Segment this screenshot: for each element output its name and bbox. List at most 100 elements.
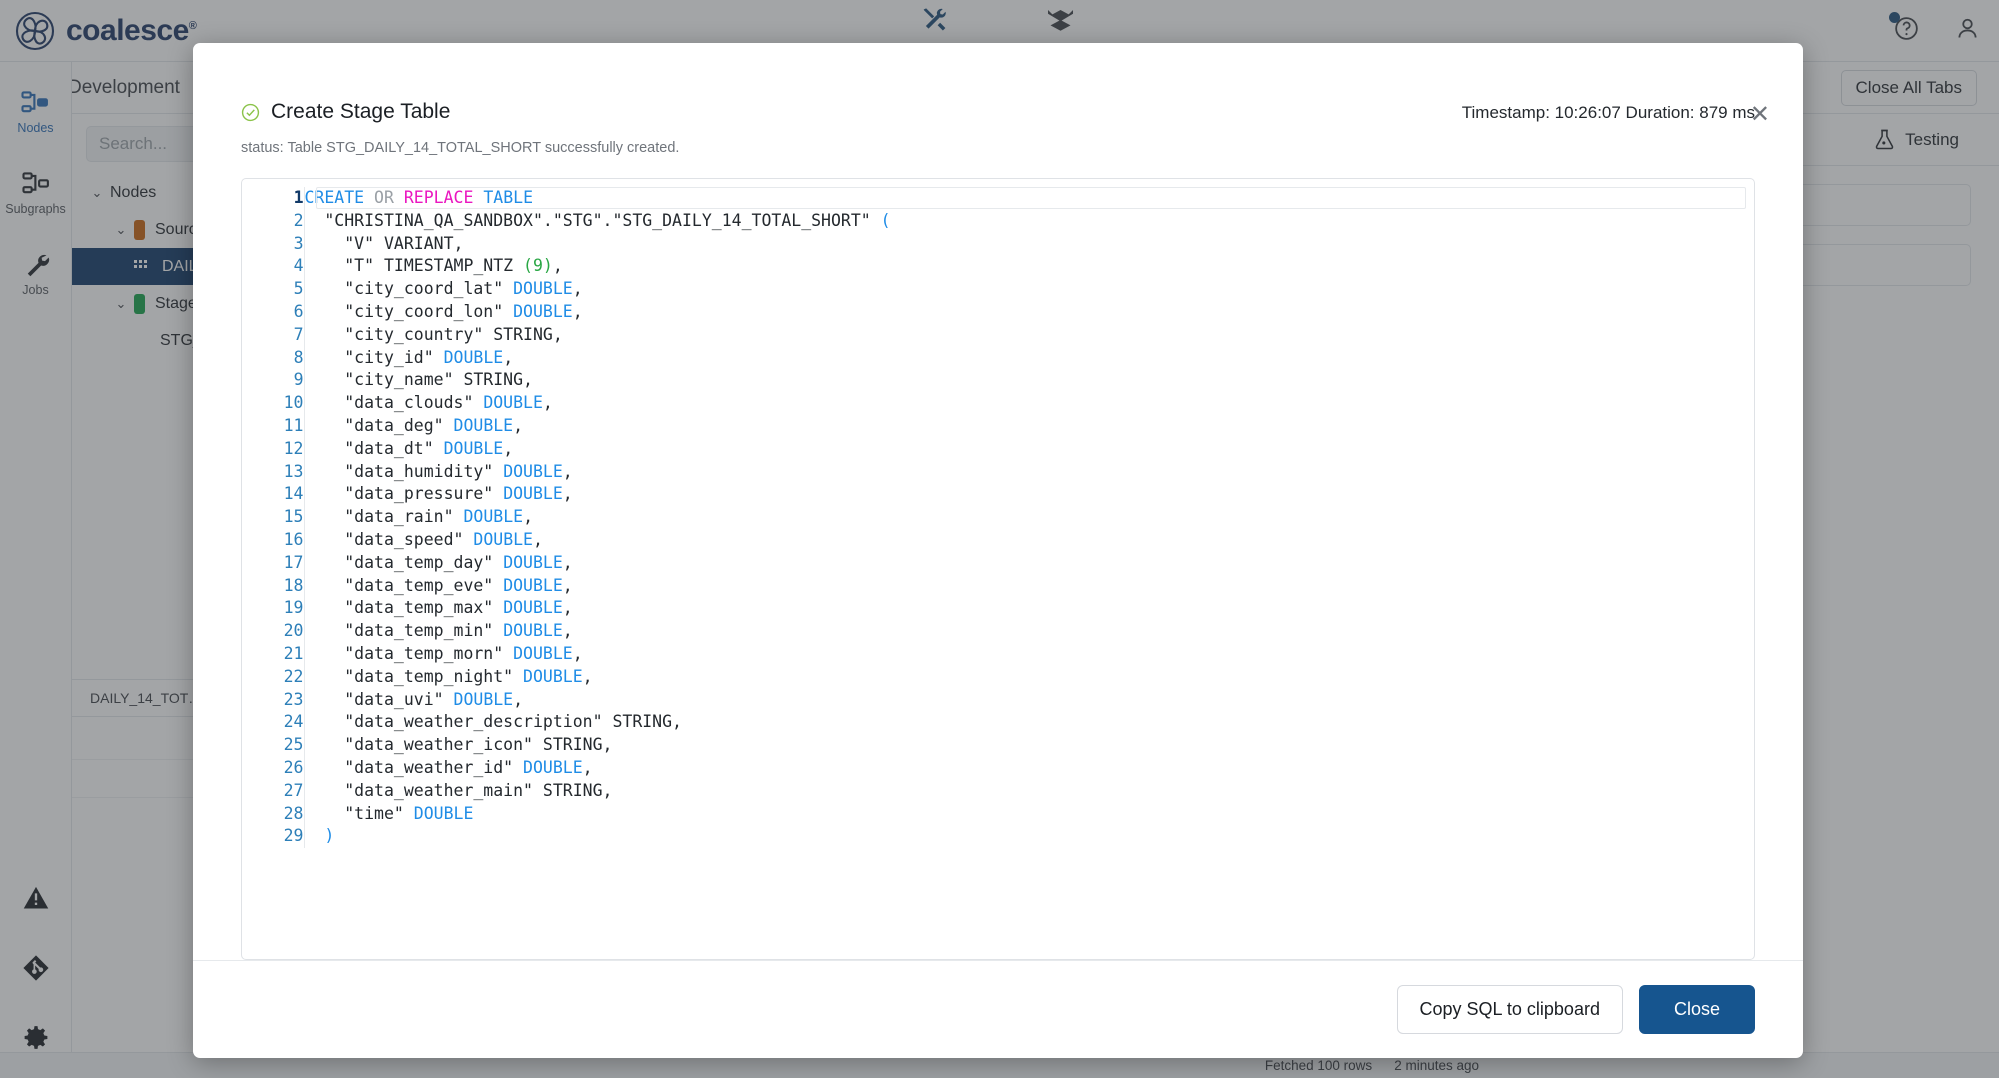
code-line-content[interactable]: "data_pressure" DOUBLE, xyxy=(304,483,1754,506)
line-number: 14 xyxy=(242,483,304,506)
code-line: 7 "city_country" STRING, xyxy=(242,324,1754,347)
line-number: 15 xyxy=(242,506,304,529)
line-number: 10 xyxy=(242,392,304,415)
line-number: 7 xyxy=(242,324,304,347)
code-line: 29 ) xyxy=(242,825,1754,848)
code-line-content[interactable]: "data_uvi" DOUBLE, xyxy=(304,689,1754,712)
code-line: 26 "data_weather_id" DOUBLE, xyxy=(242,757,1754,780)
code-line: 4 "T" TIMESTAMP_NTZ (9), xyxy=(242,255,1754,278)
code-line: 28 "time" DOUBLE xyxy=(242,803,1754,826)
code-line-content[interactable]: "data_speed" DOUBLE, xyxy=(304,529,1754,552)
code-line-content[interactable]: "data_temp_day" DOUBLE, xyxy=(304,552,1754,575)
line-number: 13 xyxy=(242,461,304,484)
line-number: 25 xyxy=(242,734,304,757)
code-line-content[interactable]: "city_coord_lat" DOUBLE, xyxy=(304,278,1754,301)
line-number: 2 xyxy=(242,210,304,233)
code-line: 19 "data_temp_max" DOUBLE, xyxy=(242,597,1754,620)
check-circle-icon xyxy=(241,103,260,122)
line-number: 12 xyxy=(242,438,304,461)
dialog-title: Create Stage Table xyxy=(271,100,450,124)
code-line-content[interactable]: "data_humidity" DOUBLE, xyxy=(304,461,1754,484)
code-line: 9 "city_name" STRING, xyxy=(242,369,1754,392)
line-number: 18 xyxy=(242,575,304,598)
code-line-content[interactable]: "data_weather_description" STRING, xyxy=(304,711,1754,734)
code-line: 6 "city_coord_lon" DOUBLE, xyxy=(242,301,1754,324)
line-number: 16 xyxy=(242,529,304,552)
code-line-content[interactable]: "data_weather_icon" STRING, xyxy=(304,734,1754,757)
line-number: 5 xyxy=(242,278,304,301)
code-line-content[interactable]: "data_weather_main" STRING, xyxy=(304,780,1754,803)
code-line: 1CREATE OR REPLACE TABLE xyxy=(242,187,1754,210)
code-line-content[interactable]: "data_temp_max" DOUBLE, xyxy=(304,597,1754,620)
code-line: 13 "data_humidity" DOUBLE, xyxy=(242,461,1754,484)
code-line: 3 "V" VARIANT, xyxy=(242,233,1754,256)
code-line-content[interactable]: "data_deg" DOUBLE, xyxy=(304,415,1754,438)
code-line-content[interactable]: "city_id" DOUBLE, xyxy=(304,347,1754,370)
code-line-content[interactable]: ) xyxy=(304,825,1754,848)
copy-sql-button[interactable]: Copy SQL to clipboard xyxy=(1397,985,1623,1034)
code-line: 12 "data_dt" DOUBLE, xyxy=(242,438,1754,461)
code-line: 27 "data_weather_main" STRING, xyxy=(242,780,1754,803)
code-line-content[interactable]: "data_temp_min" DOUBLE, xyxy=(304,620,1754,643)
sql-code-table: 1CREATE OR REPLACE TABLE2 "CHRISTINA_QA_… xyxy=(242,187,1754,848)
code-line: 18 "data_temp_eve" DOUBLE, xyxy=(242,575,1754,598)
sql-code-scroll[interactable]: 1CREATE OR REPLACE TABLE2 "CHRISTINA_QA_… xyxy=(242,179,1754,959)
code-line-content[interactable]: "data_rain" DOUBLE, xyxy=(304,506,1754,529)
line-number: 20 xyxy=(242,620,304,643)
line-number: 19 xyxy=(242,597,304,620)
code-line-content[interactable]: "V" VARIANT, xyxy=(304,233,1754,256)
code-line: 5 "city_coord_lat" DOUBLE, xyxy=(242,278,1754,301)
code-line: 17 "data_temp_day" DOUBLE, xyxy=(242,552,1754,575)
dialog-footer: Copy SQL to clipboard Close xyxy=(193,960,1803,1058)
code-line: 24 "data_weather_description" STRING, xyxy=(242,711,1754,734)
code-line-content[interactable]: "data_temp_eve" DOUBLE, xyxy=(304,575,1754,598)
create-stage-table-dialog: ✕ Create Stage Table Timestamp: 10:26:07… xyxy=(193,43,1803,1058)
dialog-title-group: Create Stage Table xyxy=(241,100,450,124)
code-line-content[interactable]: "T" TIMESTAMP_NTZ (9), xyxy=(304,255,1754,278)
code-line: 16 "data_speed" DOUBLE, xyxy=(242,529,1754,552)
code-line: 14 "data_pressure" DOUBLE, xyxy=(242,483,1754,506)
code-line-content[interactable]: "time" DOUBLE xyxy=(304,803,1754,826)
line-number: 8 xyxy=(242,347,304,370)
code-line: 22 "data_temp_night" DOUBLE, xyxy=(242,666,1754,689)
line-number: 3 xyxy=(242,233,304,256)
line-number: 28 xyxy=(242,803,304,826)
line-number: 17 xyxy=(242,552,304,575)
close-icon[interactable]: ✕ xyxy=(1750,103,1770,127)
line-number: 4 xyxy=(242,255,304,278)
line-number: 1 xyxy=(242,187,304,210)
line-number: 23 xyxy=(242,689,304,712)
code-line-content[interactable]: "city_name" STRING, xyxy=(304,369,1754,392)
line-number: 9 xyxy=(242,369,304,392)
code-line: 20 "data_temp_min" DOUBLE, xyxy=(242,620,1754,643)
line-number: 6 xyxy=(242,301,304,324)
code-line-content[interactable]: "data_dt" DOUBLE, xyxy=(304,438,1754,461)
code-line: 10 "data_clouds" DOUBLE, xyxy=(242,392,1754,415)
line-number: 27 xyxy=(242,780,304,803)
code-line: 8 "city_id" DOUBLE, xyxy=(242,347,1754,370)
code-line-content[interactable]: "CHRISTINA_QA_SANDBOX"."STG"."STG_DAILY_… xyxy=(304,210,1754,233)
code-line-content[interactable]: "data_temp_morn" DOUBLE, xyxy=(304,643,1754,666)
code-line-content[interactable]: "data_weather_id" DOUBLE, xyxy=(304,757,1754,780)
close-button[interactable]: Close xyxy=(1639,985,1755,1034)
line-number: 26 xyxy=(242,757,304,780)
timestamp-duration-label: Timestamp: 10:26:07 Duration: 879 ms xyxy=(1462,100,1755,123)
dialog-header: Create Stage Table Timestamp: 10:26:07 D… xyxy=(193,43,1803,124)
code-line: 15 "data_rain" DOUBLE, xyxy=(242,506,1754,529)
code-line-content[interactable]: "data_clouds" DOUBLE, xyxy=(304,392,1754,415)
code-line: 25 "data_weather_icon" STRING, xyxy=(242,734,1754,757)
code-line: 21 "data_temp_morn" DOUBLE, xyxy=(242,643,1754,666)
code-line-content[interactable]: "city_coord_lon" DOUBLE, xyxy=(304,301,1754,324)
line-number: 22 xyxy=(242,666,304,689)
line-number: 21 xyxy=(242,643,304,666)
code-line: 2 "CHRISTINA_QA_SANDBOX"."STG"."STG_DAIL… xyxy=(242,210,1754,233)
code-line-content[interactable]: CREATE OR REPLACE TABLE xyxy=(304,187,1754,210)
line-number: 29 xyxy=(242,825,304,848)
line-number: 24 xyxy=(242,711,304,734)
app-root: coalesce® Build xyxy=(0,0,1999,1078)
dialog-status-text: status: Table STG_DAILY_14_TOTAL_SHORT s… xyxy=(193,124,1803,156)
code-line-content[interactable]: "city_country" STRING, xyxy=(304,324,1754,347)
line-number: 11 xyxy=(242,415,304,438)
sql-code-viewer[interactable]: 1CREATE OR REPLACE TABLE2 "CHRISTINA_QA_… xyxy=(241,178,1755,960)
code-line-content[interactable]: "data_temp_night" DOUBLE, xyxy=(304,666,1754,689)
